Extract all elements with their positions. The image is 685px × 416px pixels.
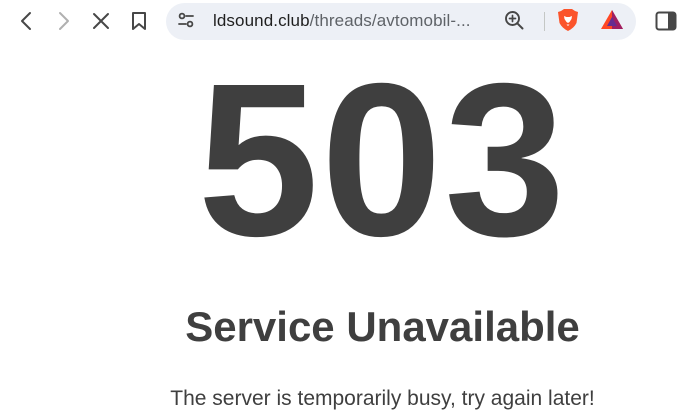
- error-heading: Service Unavailable: [185, 303, 580, 350]
- bat-triangle-icon: [600, 9, 624, 36]
- sidebar-icon: [655, 11, 677, 31]
- site-info-button[interactable]: [176, 12, 196, 32]
- error-message: The server is temporarily busy, try agai…: [170, 387, 595, 410]
- omnibox-divider: [544, 12, 545, 31]
- url-host: ldsound.club: [213, 11, 310, 30]
- close-icon: [92, 12, 110, 30]
- zoom-in-icon: [504, 10, 524, 35]
- brave-lion-icon: [557, 8, 579, 37]
- tune-icon: [177, 11, 195, 34]
- bookmark-button[interactable]: [124, 6, 154, 36]
- chevron-right-icon: [55, 11, 71, 31]
- zoom-button[interactable]: [504, 10, 524, 35]
- forward-button[interactable]: [48, 6, 78, 36]
- url-text[interactable]: ldsound.club/threads/avtomobil-...: [213, 11, 471, 31]
- address-bar[interactable]: ldsound.club/threads/avtomobil-...: [166, 3, 636, 40]
- chevron-left-icon: [19, 11, 35, 31]
- url-path: /threads/avtomobil-...: [309, 11, 471, 30]
- back-button[interactable]: [12, 6, 42, 36]
- stop-loading-button[interactable]: [86, 6, 116, 36]
- browser-toolbar: ldsound.club/threads/avtomobil-...: [0, 0, 685, 44]
- sidebar-toggle-button[interactable]: [651, 6, 681, 36]
- brave-shields-button[interactable]: [557, 8, 579, 33]
- error-code: 503: [197, 39, 568, 282]
- error-page: 503 Service Unavailable The server is te…: [0, 44, 685, 416]
- bookmark-icon: [131, 11, 147, 31]
- brave-rewards-button[interactable]: [600, 9, 624, 36]
